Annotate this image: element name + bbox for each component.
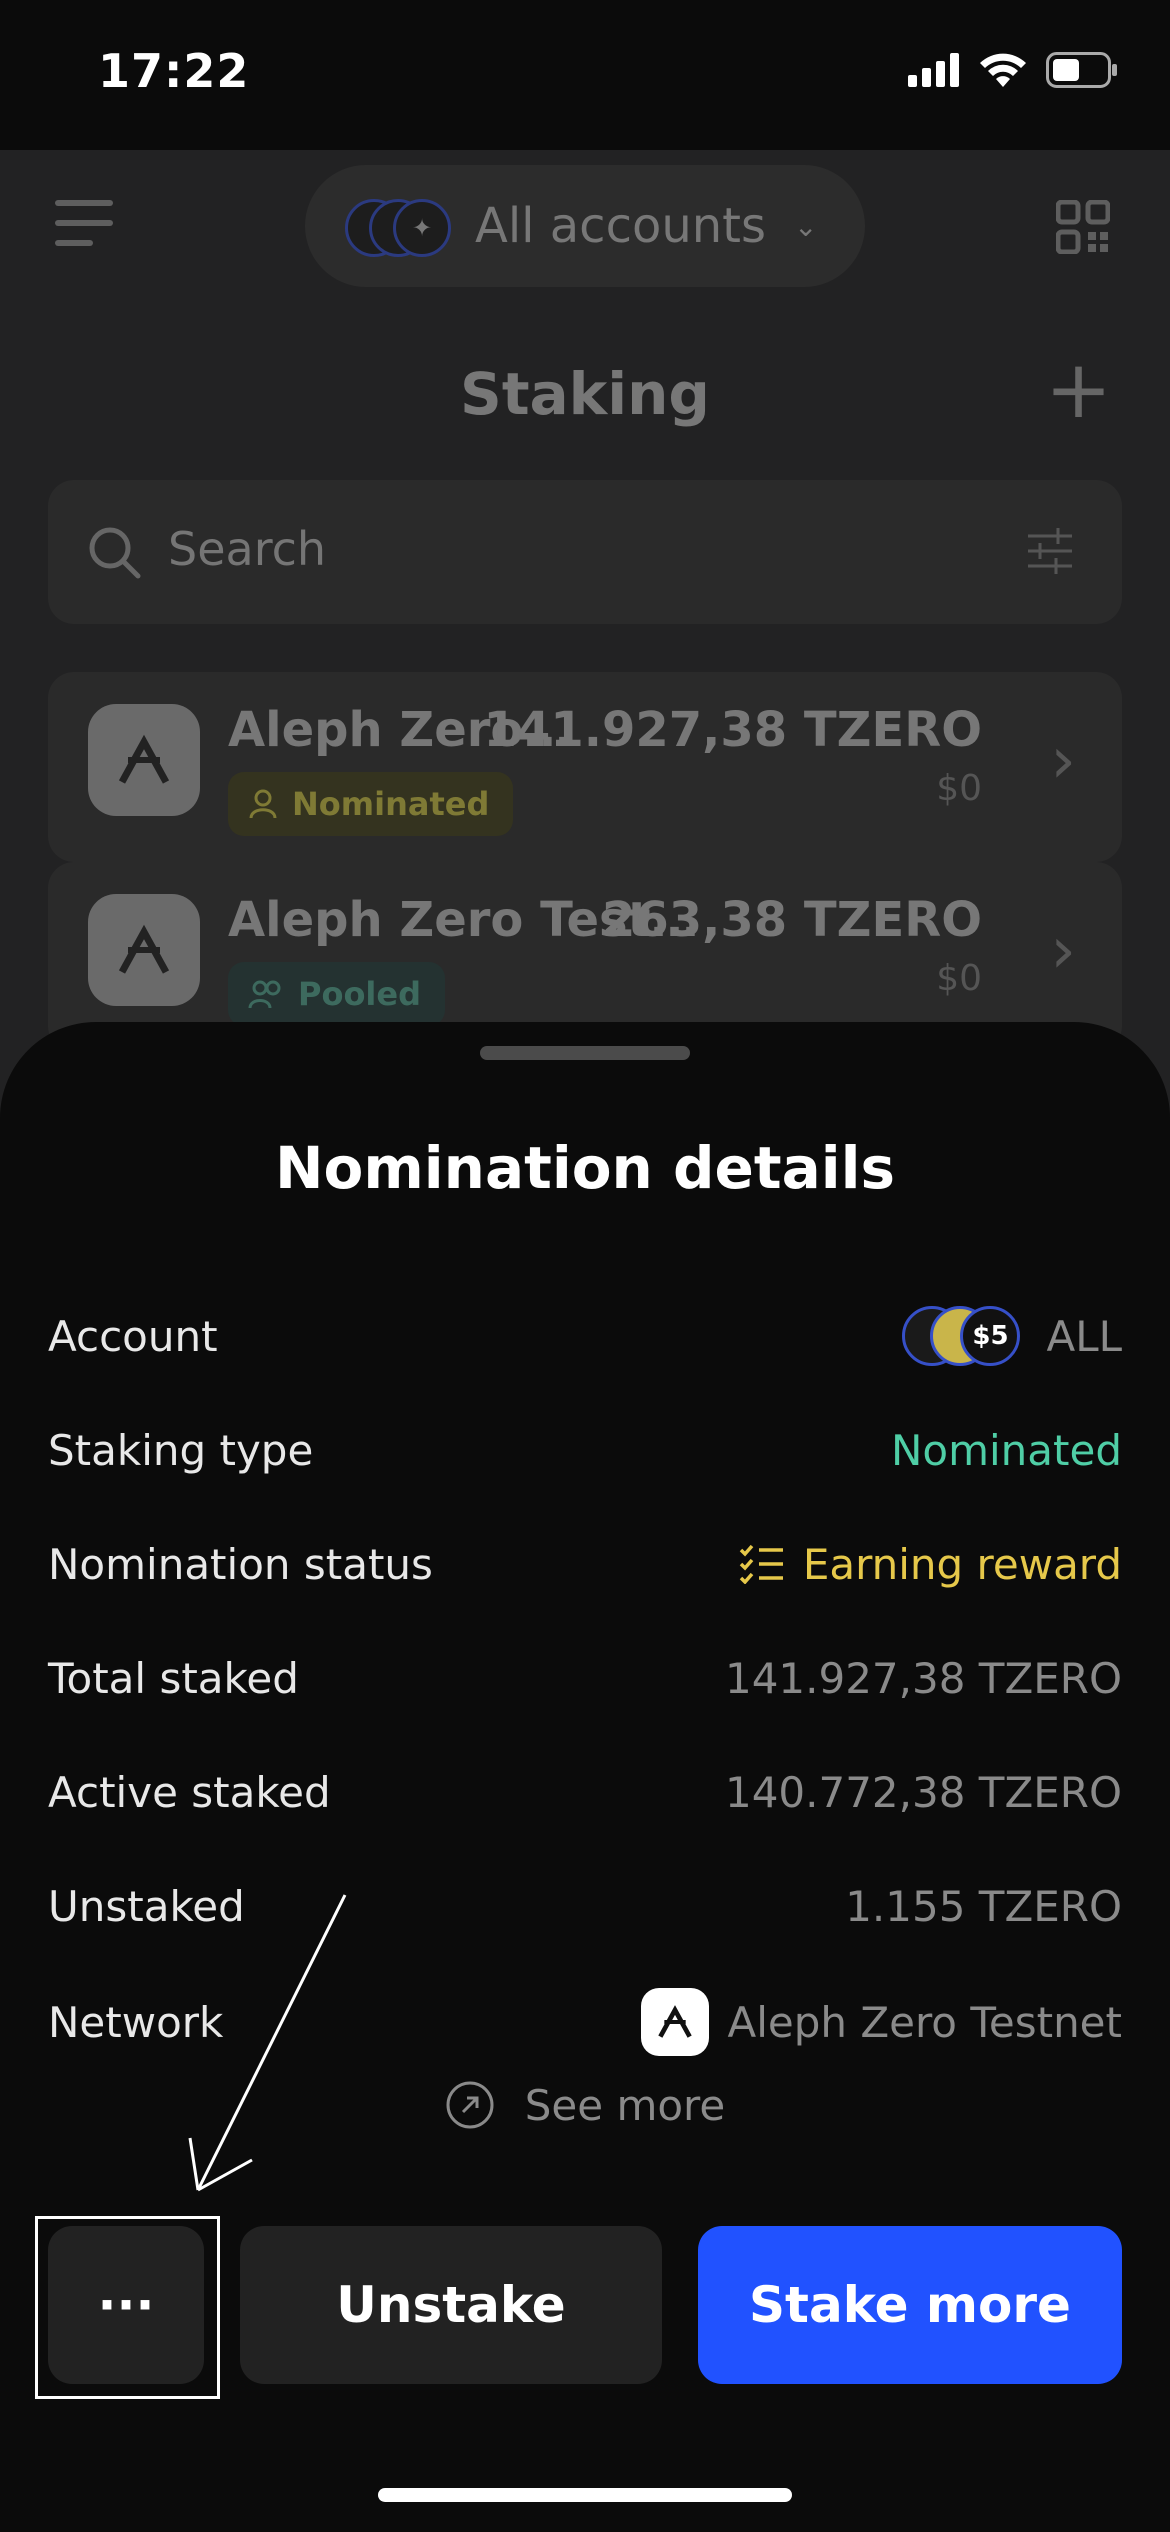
detail-value: 1.155 TZERO	[845, 1881, 1122, 1931]
detail-row-staking-type: Staking type Nominated	[48, 1410, 1122, 1490]
annotation-arrow	[188, 1894, 347, 2192]
sheet-title: Nomination details	[274, 1134, 896, 1202]
chevron-right-icon: ›	[1050, 914, 1076, 988]
aleph-zero-logo	[641, 1988, 710, 2056]
status-icons	[908, 52, 1118, 88]
nomination-details-sheet: Nomination details Account $5 ALL Stakin…	[0, 1022, 1170, 2532]
chevron-right-icon: ›	[1050, 724, 1076, 798]
sheet-grabber[interactable]	[480, 1046, 690, 1060]
search-input[interactable]	[168, 522, 968, 576]
status-bar: 17:22	[0, 0, 1170, 150]
detail-label: Staking type	[48, 1425, 314, 1475]
account-selector-label: All accounts	[475, 198, 766, 254]
item-usd-value: $0	[936, 958, 982, 999]
detail-value: 141.927,38 TZERO	[724, 1653, 1122, 1703]
staking-list-item[interactable]: Aleph Zero… 141.927,38 TZERO $0 Nominate…	[48, 672, 1122, 862]
menu-icon[interactable]	[55, 200, 113, 246]
detail-value: Earning reward	[739, 1540, 1122, 1589]
external-link-icon	[446, 2081, 494, 2129]
wifi-icon	[980, 53, 1026, 87]
account-avatars: ✦	[345, 191, 465, 261]
plus-icon[interactable]: +	[1045, 350, 1112, 430]
detail-label: Account	[48, 1311, 218, 1361]
detail-row-active-staked: Active staked 140.772,38 TZERO	[48, 1752, 1122, 1832]
status-badge: Pooled	[228, 962, 445, 1026]
stake-more-button[interactable]: Stake more	[698, 2226, 1122, 2384]
page-title: Staking	[460, 360, 710, 428]
nomination-status-text: Earning reward	[802, 1539, 1122, 1589]
highlight-box	[35, 2216, 220, 2399]
detail-row-total-staked: Total staked 141.927,38 TZERO	[48, 1638, 1122, 1718]
badge-label: Nominated	[292, 785, 490, 823]
item-usd-value: $0	[936, 768, 982, 809]
detail-row-nomination-status: Nomination status Earning reward	[48, 1524, 1122, 1604]
account-value: ALL	[1046, 1311, 1122, 1361]
aleph-zero-logo	[88, 894, 200, 1006]
account-avatars: $5	[902, 1304, 1028, 1368]
aleph-zero-logo	[88, 704, 200, 816]
user-icon	[249, 789, 277, 819]
users-icon	[248, 980, 281, 1009]
unstake-button[interactable]: Unstake	[240, 2226, 662, 2384]
signal-icon	[908, 53, 959, 87]
search-bar[interactable]	[48, 480, 1122, 624]
detail-row-account: Account $5 ALL	[48, 1296, 1122, 1376]
filter-icon[interactable]	[1026, 528, 1074, 574]
search-icon	[89, 527, 141, 579]
detail-value: Nominated	[890, 1425, 1122, 1475]
account-selector[interactable]: ✦ All accounts ⌄	[305, 165, 865, 287]
detail-value: Aleph Zero Testnet	[641, 1988, 1122, 2056]
network-name: Aleph Zero Testnet	[727, 1997, 1122, 2047]
item-amount: 141.927,38 TZERO	[483, 702, 982, 758]
checklist-icon	[739, 1544, 783, 1584]
qr-code-icon[interactable]	[1056, 200, 1110, 254]
see-more-label: See more	[524, 2080, 726, 2130]
detail-label: Total staked	[48, 1653, 299, 1703]
status-badge: Nominated	[228, 772, 514, 836]
chevron-down-icon: ⌄	[794, 209, 818, 243]
detail-label: Active staked	[48, 1767, 331, 1817]
detail-value: 140.772,38 TZERO	[724, 1767, 1122, 1817]
home-indicator[interactable]	[378, 2488, 792, 2502]
detail-label: Nomination status	[48, 1539, 433, 1589]
status-time: 17:22	[98, 44, 250, 98]
badge-label: Pooled	[298, 975, 421, 1013]
see-more-link[interactable]: See more	[0, 2080, 1170, 2130]
detail-value: $5 ALL	[902, 1304, 1122, 1368]
battery-icon	[1046, 52, 1117, 88]
item-amount: 263,38 TZERO	[601, 892, 982, 948]
